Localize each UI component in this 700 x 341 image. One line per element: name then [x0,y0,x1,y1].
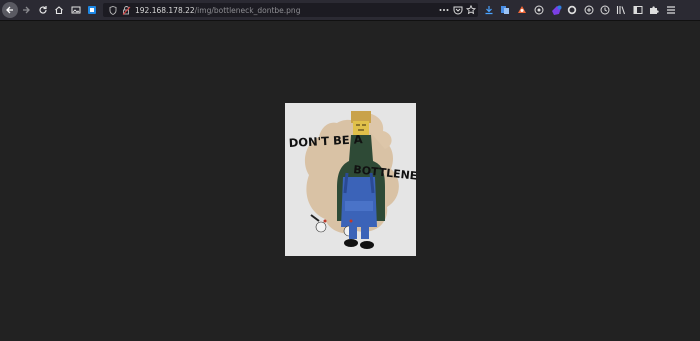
displayed-image: DON'T BE A BOTTLENECK [285,103,416,256]
extensions-button[interactable] [648,4,660,16]
extension-button[interactable] [86,0,98,20]
back-button[interactable] [2,2,18,18]
extension-button-4[interactable] [533,4,545,16]
sidebar-button[interactable] [632,4,644,16]
screenshot-button[interactable] [70,0,82,20]
shield-icon[interactable] [109,5,117,15]
url-bar[interactable]: 192.168.178.22/img/bottleneck_dontbe.png [103,3,478,17]
insecure-lock-icon[interactable] [122,5,131,15]
extension-button-3[interactable] [516,4,528,16]
extension-icon [534,5,544,15]
page-actions-button[interactable] [438,4,450,16]
bookmark-button[interactable] [465,4,477,16]
app-menu-button[interactable] [665,4,677,16]
hamburger-menu-icon [667,6,675,14]
forward-button[interactable] [20,0,32,20]
ellipsis-icon [439,9,449,11]
sidebar-icon [633,6,643,14]
extension-icon [518,6,526,13]
downloads-button[interactable] [483,4,495,16]
extension-icon [88,6,96,14]
bottleneck-poster-illustration: DON'T BE A BOTTLENECK [285,103,416,256]
extension-button-7[interactable] [583,4,595,16]
library-icon [616,6,626,15]
image-icon [71,6,81,14]
star-icon [466,5,476,15]
url-text[interactable]: 192.168.178.22/img/bottleneck_dontbe.png [135,6,300,15]
browser-toolbar: 192.168.178.22/img/bottleneck_dontbe.png [0,0,700,21]
home-button[interactable] [53,0,65,20]
pocket-icon [453,6,463,15]
reload-button[interactable] [37,0,49,20]
extensions-puzzle-icon [650,6,659,14]
arrow-right-icon [23,6,30,14]
arrow-left-icon [6,6,13,14]
reload-icon [39,6,47,14]
library-button[interactable] [615,4,627,16]
extension-icon [501,6,509,14]
download-icon [485,6,493,15]
pocket-button[interactable] [452,4,464,16]
url-host: 192.168.178.22 [135,5,195,15]
extension-icon [567,5,577,15]
history-button[interactable] [599,4,611,16]
extension-icon [551,5,561,15]
extension-button-6[interactable] [566,4,578,16]
extension-button-5[interactable] [550,4,562,16]
extension-button-2[interactable] [499,4,511,16]
url-path: /img/bottleneck_dontbe.png [194,5,301,15]
extension-icon [584,5,594,15]
home-icon [55,6,63,15]
history-icon [600,5,610,15]
